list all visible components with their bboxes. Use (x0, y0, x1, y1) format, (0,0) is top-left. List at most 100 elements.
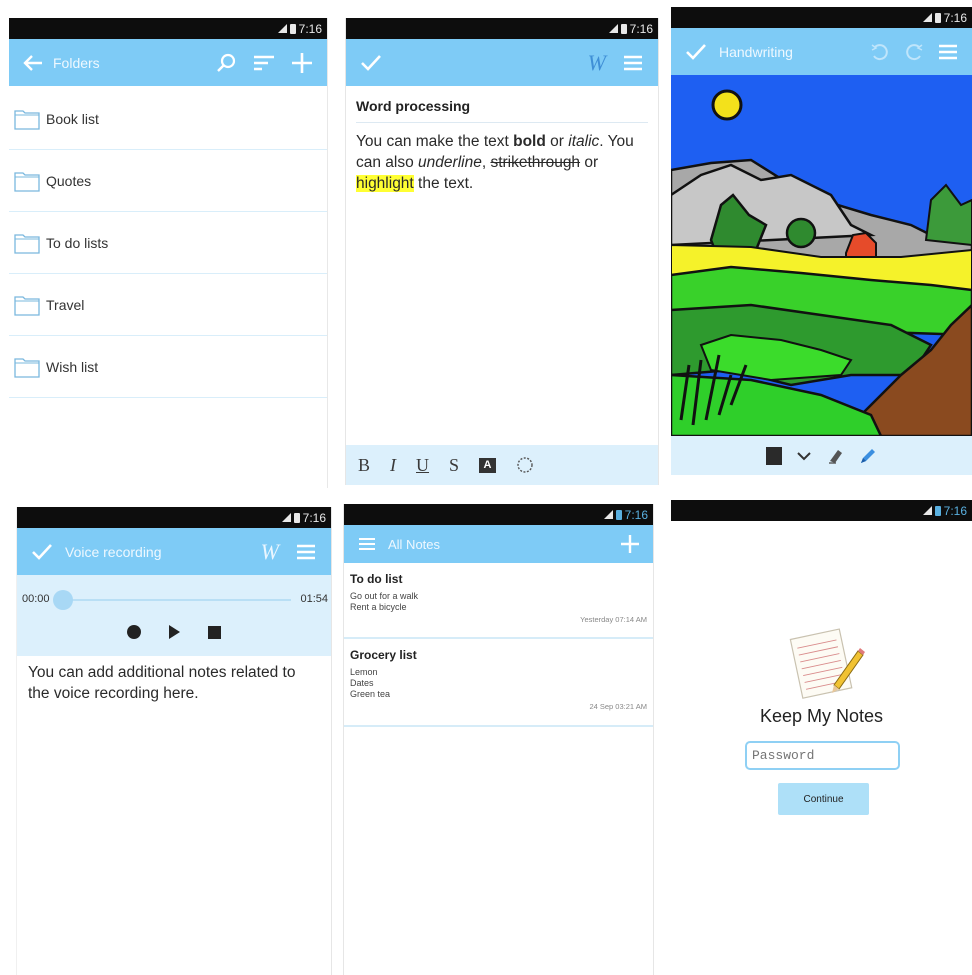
list-item-note[interactable]: To do list Go out for a walk Rent a bicy… (344, 563, 653, 639)
check-icon[interactable] (358, 50, 384, 76)
add-icon[interactable] (289, 50, 315, 76)
folder-icon (14, 295, 40, 316)
text-color-button[interactable]: A (479, 457, 497, 473)
pen-color-swatch[interactable] (765, 446, 782, 465)
status-time: 7:16 (624, 507, 648, 522)
folder-label: Quotes (46, 172, 92, 189)
note-timestamp: 24 Sep 03:21 AM (589, 702, 647, 711)
text-run: or (580, 154, 599, 171)
folder-item-to-do-lists[interactable]: To do lists (9, 212, 327, 274)
italic-button[interactable]: I (390, 455, 396, 476)
text-run: or (545, 133, 569, 150)
drawing-toolbar (671, 436, 972, 475)
underline-button[interactable]: U (416, 455, 429, 476)
strikethrough-text: strikethrough (490, 154, 581, 171)
list-item-note[interactable]: Grocery list Lemon Dates Green tea 24 Se… (344, 639, 653, 727)
word-mode-icon[interactable]: W (588, 50, 606, 76)
folder-item-quotes[interactable]: Quotes (9, 150, 327, 212)
highlighted-text: highlight (356, 175, 414, 192)
status-bar: 7:16 (344, 504, 653, 525)
battery-icon (289, 23, 296, 34)
seek-bar[interactable] (59, 599, 291, 601)
folder-icon (14, 171, 40, 192)
battery-icon (934, 505, 941, 516)
notes-list: To do list Go out for a walk Rent a bicy… (344, 563, 653, 727)
pencil-icon[interactable] (858, 446, 878, 466)
signal-icon (281, 513, 291, 522)
page-title: Handwriting (719, 43, 793, 60)
folder-label: Wish list (46, 358, 99, 375)
note-preview-line: Rent a bicycle (350, 602, 407, 612)
bold-text: bold (513, 133, 546, 150)
status-bar: 7:16 (346, 18, 658, 39)
playback-controls (17, 625, 331, 639)
status-time: 7:16 (629, 21, 653, 36)
folder-item-travel[interactable]: Travel (9, 274, 327, 336)
page-title: Voice recording (65, 543, 162, 560)
check-icon[interactable] (29, 539, 55, 565)
undo-icon[interactable] (868, 40, 892, 64)
bold-button[interactable]: B (358, 455, 370, 476)
play-icon[interactable] (169, 625, 180, 639)
folder-item-wish-list[interactable]: Wish list (9, 336, 327, 398)
signal-icon (608, 24, 618, 33)
battery-icon (293, 512, 300, 523)
status-bar: 7:16 (671, 500, 972, 521)
menu-icon[interactable] (356, 533, 378, 555)
stop-icon[interactable] (208, 625, 221, 639)
drawing-canvas[interactable] (671, 75, 972, 438)
audio-player: 00:00 01:54 (17, 575, 331, 656)
app-logo-icon (786, 623, 866, 701)
folder-icon (14, 233, 40, 254)
app-bar: All Notes (344, 525, 653, 563)
add-icon[interactable] (619, 533, 641, 555)
highlight-color-icon[interactable] (516, 456, 534, 474)
app-bar: Handwriting (671, 28, 972, 75)
all-notes-screen: 7:16 All Notes To do list Go out for a w… (343, 504, 654, 975)
status-bar: 7:16 (671, 7, 972, 28)
chevron-down-icon[interactable] (796, 451, 812, 461)
record-icon[interactable] (127, 625, 141, 639)
note-preview-line: Green tea (350, 689, 391, 699)
back-arrow-icon[interactable] (21, 51, 45, 75)
signal-icon (603, 510, 613, 519)
folder-icon (14, 357, 40, 378)
note-heading: Word processing (356, 98, 648, 123)
battery-icon (615, 509, 622, 520)
sort-icon[interactable] (251, 50, 277, 76)
menu-icon[interactable] (293, 539, 319, 565)
handwriting-screen: 7:16 Handwriting (671, 7, 972, 475)
status-time: 7:16 (943, 503, 967, 518)
continue-button[interactable]: Continue (778, 783, 869, 815)
password-field[interactable] (745, 741, 900, 770)
menu-icon[interactable] (936, 40, 960, 64)
search-icon[interactable] (213, 50, 239, 76)
status-time: 7:16 (298, 21, 322, 36)
menu-icon[interactable] (620, 50, 646, 76)
folder-label: To do lists (46, 234, 109, 251)
status-time: 7:16 (302, 510, 326, 525)
note-preview-line: Dates (350, 678, 374, 688)
signal-icon (922, 13, 932, 22)
folder-label: Book list (46, 110, 99, 127)
check-icon[interactable] (683, 39, 709, 65)
strikethrough-button[interactable]: S (449, 455, 459, 476)
eraser-icon[interactable] (826, 447, 844, 465)
note-timestamp: Yesterday 07:14 AM (580, 615, 647, 624)
note-body: You can make the text bold or italic. Yo… (356, 131, 648, 194)
redo-icon[interactable] (902, 40, 926, 64)
word-processing-screen: 7:16 W Word processing You can make the … (345, 18, 659, 485)
text-run: You can make the text (356, 133, 514, 150)
app-bar: Folders (9, 39, 327, 86)
note-title: Grocery list (350, 648, 417, 662)
seek-handle[interactable] (53, 590, 73, 610)
status-bar: 7:16 (17, 507, 331, 528)
folder-list: Book list Quotes To do lists Travel Wish… (9, 88, 327, 398)
word-mode-icon[interactable]: W (261, 539, 279, 565)
note-preview-line: Go out for a walk (350, 591, 419, 601)
status-time: 7:16 (943, 10, 967, 25)
recording-notes[interactable]: You can add additional notes related to … (28, 662, 317, 704)
folder-label: Travel (46, 296, 85, 313)
note-editor[interactable]: Word processing You can make the text bo… (356, 98, 648, 194)
folder-item-book-list[interactable]: Book list (9, 88, 327, 150)
